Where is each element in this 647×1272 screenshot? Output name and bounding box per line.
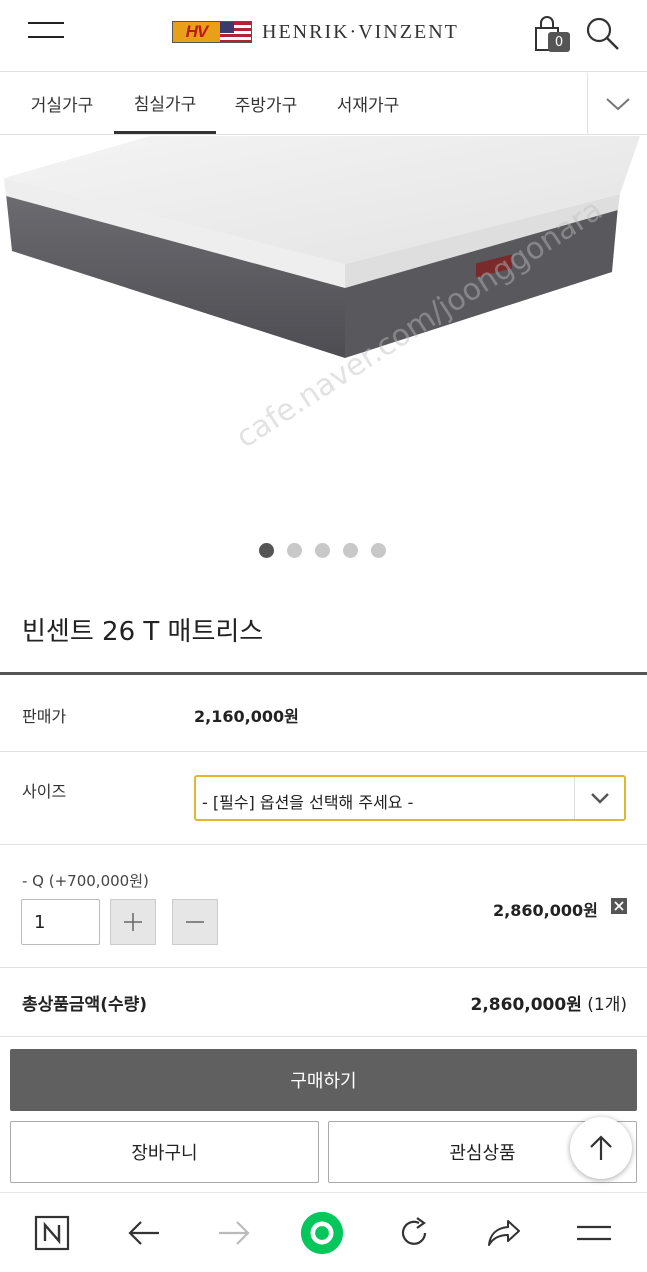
tab-kitchen[interactable]: 주방가구 bbox=[218, 73, 314, 134]
tab-label: 침실가구 bbox=[133, 94, 197, 115]
mattress-image bbox=[4, 136, 640, 358]
brand-name: HENRIK·VINZENT bbox=[262, 20, 459, 43]
add-to-cart-button[interactable]: 장바구니 bbox=[10, 1121, 319, 1183]
refresh-icon bbox=[401, 1217, 427, 1245]
divider bbox=[0, 844, 647, 845]
cart-count-badge: 0 bbox=[548, 32, 570, 52]
tabs-expand-button[interactable] bbox=[587, 73, 647, 134]
green-dot-icon bbox=[300, 1211, 344, 1255]
size-select[interactable]: - [필수] 옵션을 선택해 주세요 - bbox=[194, 775, 626, 821]
back-button[interactable] bbox=[122, 1211, 166, 1255]
product-image[interactable]: cafe.naver.com/joonggonara bbox=[0, 136, 647, 536]
close-icon bbox=[614, 901, 624, 911]
search-icon bbox=[586, 17, 619, 50]
brand-logo[interactable]: HV HENRIK·VINZENT bbox=[172, 20, 459, 44]
flag-icon bbox=[219, 22, 251, 42]
total-price: 2,860,000원 (1개) bbox=[471, 990, 628, 1015]
buy-button[interactable]: 구매하기 bbox=[10, 1049, 637, 1111]
divider bbox=[0, 1036, 647, 1037]
hamburger-icon bbox=[577, 1225, 611, 1241]
chevron-down-icon bbox=[590, 793, 609, 804]
minus-icon bbox=[186, 921, 204, 923]
total-amount: 2,860,000원 bbox=[470, 995, 582, 1015]
cart-button[interactable]: 0 bbox=[533, 14, 573, 56]
size-select-value: - [필수] 옵션을 선택해 주세요 - bbox=[202, 793, 414, 812]
pagination-dot[interactable] bbox=[343, 543, 358, 558]
share-icon bbox=[488, 1220, 520, 1246]
naver-n-icon bbox=[34, 1215, 70, 1251]
green-dot-button[interactable] bbox=[300, 1211, 344, 1255]
browser-menu-button[interactable] bbox=[572, 1211, 616, 1255]
select-arrow bbox=[574, 777, 624, 819]
divider bbox=[0, 751, 647, 752]
brand-mark-text: HV bbox=[173, 22, 220, 42]
remove-option-button[interactable] bbox=[611, 898, 627, 914]
naver-home-button[interactable] bbox=[30, 1211, 74, 1255]
total-count: (1개) bbox=[587, 995, 627, 1015]
size-label: 사이즈 bbox=[22, 782, 67, 801]
scroll-top-button[interactable] bbox=[570, 1117, 632, 1179]
selected-option-price: 2,860,000원 bbox=[493, 901, 598, 920]
product-title: 빈센트 26 T 매트리스 bbox=[22, 617, 264, 647]
pagination-dot[interactable] bbox=[259, 543, 274, 558]
gallery-pagination bbox=[0, 543, 647, 559]
brand-mark: HV bbox=[172, 21, 252, 43]
quantity-increase-button[interactable] bbox=[110, 899, 156, 945]
selected-option-label: - Q (+700,000원) bbox=[22, 872, 149, 890]
chevron-down-icon bbox=[605, 97, 630, 110]
total-label: 총상품금액(수량) bbox=[22, 995, 148, 1015]
plus-icon bbox=[124, 913, 142, 931]
tab-living-room[interactable]: 거실가구 bbox=[12, 73, 112, 134]
tab-label: 거실가구 bbox=[30, 96, 94, 116]
pagination-dot[interactable] bbox=[287, 543, 302, 558]
arrow-right-icon bbox=[219, 1221, 250, 1245]
tab-label: 주방가구 bbox=[234, 96, 298, 116]
search-button[interactable] bbox=[582, 14, 622, 54]
category-tabs: 거실가구 침실가구 주방가구 서재가구 bbox=[0, 73, 647, 135]
arrow-up-icon bbox=[590, 1135, 612, 1160]
refresh-button[interactable] bbox=[392, 1211, 436, 1255]
site-header: HV HENRIK·VINZENT 0 bbox=[0, 0, 647, 72]
tab-study[interactable]: 서재가구 bbox=[318, 73, 418, 134]
share-button[interactable] bbox=[482, 1211, 526, 1255]
price-value: 2,160,000원 bbox=[194, 707, 299, 726]
pagination-dot[interactable] bbox=[315, 543, 330, 558]
forward-button[interactable] bbox=[212, 1211, 256, 1255]
arrow-left-icon bbox=[128, 1221, 159, 1245]
divider bbox=[0, 967, 647, 968]
price-label: 판매가 bbox=[22, 707, 67, 726]
pagination-dot[interactable] bbox=[371, 543, 386, 558]
quantity-input[interactable] bbox=[21, 899, 100, 945]
quantity-decrease-button[interactable] bbox=[172, 899, 218, 945]
tab-label: 서재가구 bbox=[336, 96, 400, 116]
tab-bedroom[interactable]: 침실가구 bbox=[114, 73, 216, 134]
menu-icon[interactable] bbox=[28, 20, 64, 42]
title-divider bbox=[0, 672, 647, 675]
browser-toolbar bbox=[0, 1192, 647, 1272]
